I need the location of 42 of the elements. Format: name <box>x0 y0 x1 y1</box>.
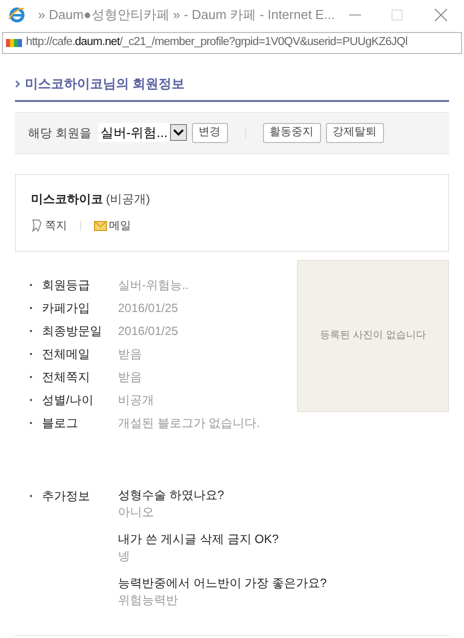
info-label: 전체메일 <box>42 346 91 363</box>
info-label: 카페가입 <box>42 300 91 317</box>
info-value: 받음 <box>118 346 142 363</box>
window-title: » Daum●성형안티카페 » - Daum 카페 - Internet E... <box>38 6 335 24</box>
info-label: 성별/나이 <box>42 392 94 409</box>
info-value: 받음 <box>118 369 142 386</box>
answer-text: 위험능력반 <box>118 592 179 608</box>
grade-select[interactable]: 실버-위험... <box>98 122 187 142</box>
url-text: http://cafe.daum.net/_c21_/member_profile?grpid=1V0QV&userid=PUUgKZ6JQl <box>26 35 408 50</box>
dropdown-caret-icon <box>170 124 187 141</box>
info-value: 2016/01/25 <box>118 323 178 340</box>
info-value: 비공개 <box>118 392 154 409</box>
browser-logo-icon <box>8 6 26 24</box>
page-heading: 미스코하이코님의 회원정보 <box>25 75 185 93</box>
answer-text: 아니오 <box>118 504 155 520</box>
no-photo-text: 등록된 사진이 없습니다 <box>320 329 426 343</box>
info-label: 전체쪽지 <box>42 369 91 386</box>
info-value: 실버-위험능.. <box>118 277 189 294</box>
admin-action-button[interactable]: 활동중지 <box>262 122 321 142</box>
question-text: 내가 쓴 게시글 삭제 금지 OK? <box>118 530 280 548</box>
note-link[interactable]: 쪽지 <box>45 218 67 234</box>
envelope-icon <box>94 220 107 231</box>
mail-link[interactable]: 메일 <box>109 218 131 234</box>
question-text: 성형수술 하였나요? <box>118 486 226 504</box>
info-value: 2016/01/25 <box>118 300 178 317</box>
info-label: 최종방문일 <box>42 323 103 340</box>
address-bar[interactable]: http://cafe.daum.net/_c21_/member_profile?grpid=1V0QV&userid=PUUgKZ6JQl <box>2 32 462 54</box>
answer-text: 넹 <box>118 548 131 564</box>
info-value: 개설된 블로그가 없습니다. <box>118 415 260 432</box>
info-label: 추가정보 <box>42 488 91 504</box>
admin-action-button[interactable]: 강제탈퇴 <box>326 122 384 142</box>
close-icon[interactable] <box>434 8 448 22</box>
member-nickname: 미스코하이코 <box>31 190 103 208</box>
chevron-icon <box>15 80 20 88</box>
ribbon-icon <box>31 219 43 232</box>
info-label: 회원등급 <box>42 277 91 294</box>
toolbar-label: 해당 회원을 <box>28 124 92 142</box>
site-icon <box>6 39 22 47</box>
change-button[interactable]: 변경 <box>192 122 228 142</box>
visibility-note: (비공개) <box>106 190 150 208</box>
info-label: 블로그 <box>42 415 79 432</box>
question-text: 능력반중에서 어느반이 가장 좋은가요? <box>118 574 327 592</box>
